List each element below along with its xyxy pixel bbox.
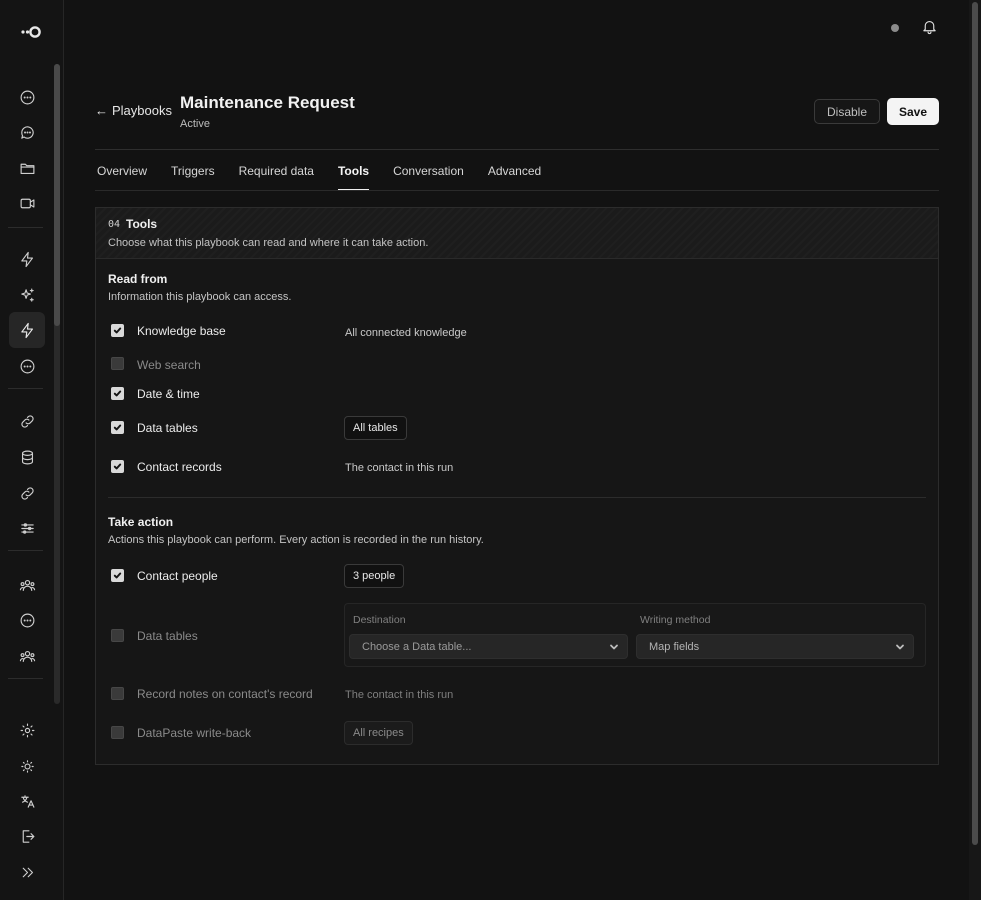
sidebar-scrollbar[interactable] [54,64,60,704]
all-recipes-pill[interactable]: All recipes [344,721,413,745]
bell-icon[interactable] [918,15,940,37]
back-link-label: Playbooks [112,103,172,118]
knowledge-base-note: All connected knowledge [345,327,467,339]
data-tables-action-label: Data tables [137,629,198,643]
writing-method-label: Writing method [640,614,711,626]
destination-label: Destination [353,614,406,626]
tab-tools[interactable]: Tools [337,164,370,191]
chevron-down-icon [609,642,619,652]
record-notes-label: Record notes on contact's record [137,687,313,701]
contact-records-checkbox[interactable] [111,460,124,473]
destination-select[interactable]: Choose a Data table... [349,634,628,659]
database-icon[interactable] [14,444,40,470]
logout-icon[interactable] [14,823,40,849]
datapaste-label: DataPaste write-back [137,726,252,740]
translate-icon[interactable] [14,788,40,814]
users-icon[interactable] [14,643,40,669]
nav-divider [8,388,43,389]
app-logo[interactable] [17,22,45,42]
sparkles-icon[interactable] [14,282,40,308]
message-icon[interactable] [14,84,40,110]
tab-advanced[interactable]: Advanced [488,164,541,190]
contact-people-checkbox[interactable] [111,569,124,582]
section-number: 04 [108,219,121,230]
people-pill[interactable]: 3 people [344,564,405,588]
message-icon[interactable] [14,353,40,379]
page-status: Active [180,118,210,130]
contact-records-label: Contact records [137,460,222,474]
knowledge-base-label: Knowledge base [137,324,226,338]
sidebar [0,0,64,900]
message-icon[interactable] [14,119,40,145]
tab-overview[interactable]: Overview [97,164,147,190]
sun-icon[interactable] [14,753,40,779]
card-header: 04 Tools Choose what this playbook can r… [96,208,938,259]
disable-button[interactable]: Disable [814,99,880,124]
web-search-label: Web search [137,358,201,372]
sidebar-scrollbar-thumb[interactable] [54,64,60,326]
nav-divider [8,678,43,679]
video-icon[interactable] [14,190,40,216]
page-scrollbar[interactable] [969,0,981,900]
contact-people-label: Contact people [137,569,218,583]
destination-panel: Destination Writing method Choose a Data… [344,603,926,667]
header-divider [95,149,939,150]
read-from-description: Information this playbook can access. [108,291,292,303]
knowledge-base-checkbox[interactable] [111,324,124,337]
writing-method-select[interactable]: Map fields [636,634,914,659]
arrow-left-icon: ← [95,103,108,118]
section-divider [108,497,926,498]
settings-icon[interactable] [14,717,40,743]
take-action-description: Actions this playbook can perform. Every… [108,534,484,546]
bolt-icon[interactable] [9,312,45,348]
nav-divider [8,227,43,228]
web-search-checkbox[interactable] [111,357,124,370]
section-description: Choose what this playbook can read and w… [108,237,429,249]
nav-divider [8,550,43,551]
bolt-icon[interactable] [14,246,40,272]
record-notes-checkbox[interactable] [111,687,124,700]
tools-card: 04 Tools Choose what this playbook can r… [95,207,939,765]
tab-required-data[interactable]: Required data [239,164,314,190]
all-tables-pill[interactable]: All tables [344,416,407,440]
data-tables-read-checkbox[interactable] [111,421,124,434]
link-icon[interactable] [14,480,40,506]
read-from-title: Read from [108,272,168,286]
expand-icon[interactable] [14,859,40,885]
tab-triggers[interactable]: Triggers [171,164,215,190]
page-scrollbar-thumb[interactable] [972,2,978,845]
save-button[interactable]: Save [887,98,939,125]
message-icon[interactable] [14,607,40,633]
folder-icon[interactable] [14,155,40,181]
tab-bar: Overview Triggers Required data Tools Co… [97,164,565,191]
tab-conversation[interactable]: Conversation [393,164,464,190]
data-tables-read-label: Data tables [137,421,198,435]
link-icon[interactable] [14,408,40,434]
status-dot [891,24,899,32]
tabs-divider [95,190,939,191]
section-title: Tools [126,217,158,231]
users-icon[interactable] [14,572,40,598]
chevron-down-icon [895,642,905,652]
destination-select-value: Choose a Data table... [362,640,472,653]
date-time-label: Date & time [137,387,200,401]
datapaste-checkbox[interactable] [111,726,124,739]
data-tables-action-checkbox[interactable] [111,629,124,642]
back-link[interactable]: ← Playbooks [95,103,172,118]
sliders-icon[interactable] [14,515,40,541]
contact-records-note: The contact in this run [345,462,454,474]
record-notes-note: The contact in this run [345,689,454,701]
page-title: Maintenance Request [180,93,355,112]
date-time-checkbox[interactable] [111,387,124,400]
take-action-title: Take action [108,515,174,529]
writing-method-select-value: Map fields [649,640,700,653]
